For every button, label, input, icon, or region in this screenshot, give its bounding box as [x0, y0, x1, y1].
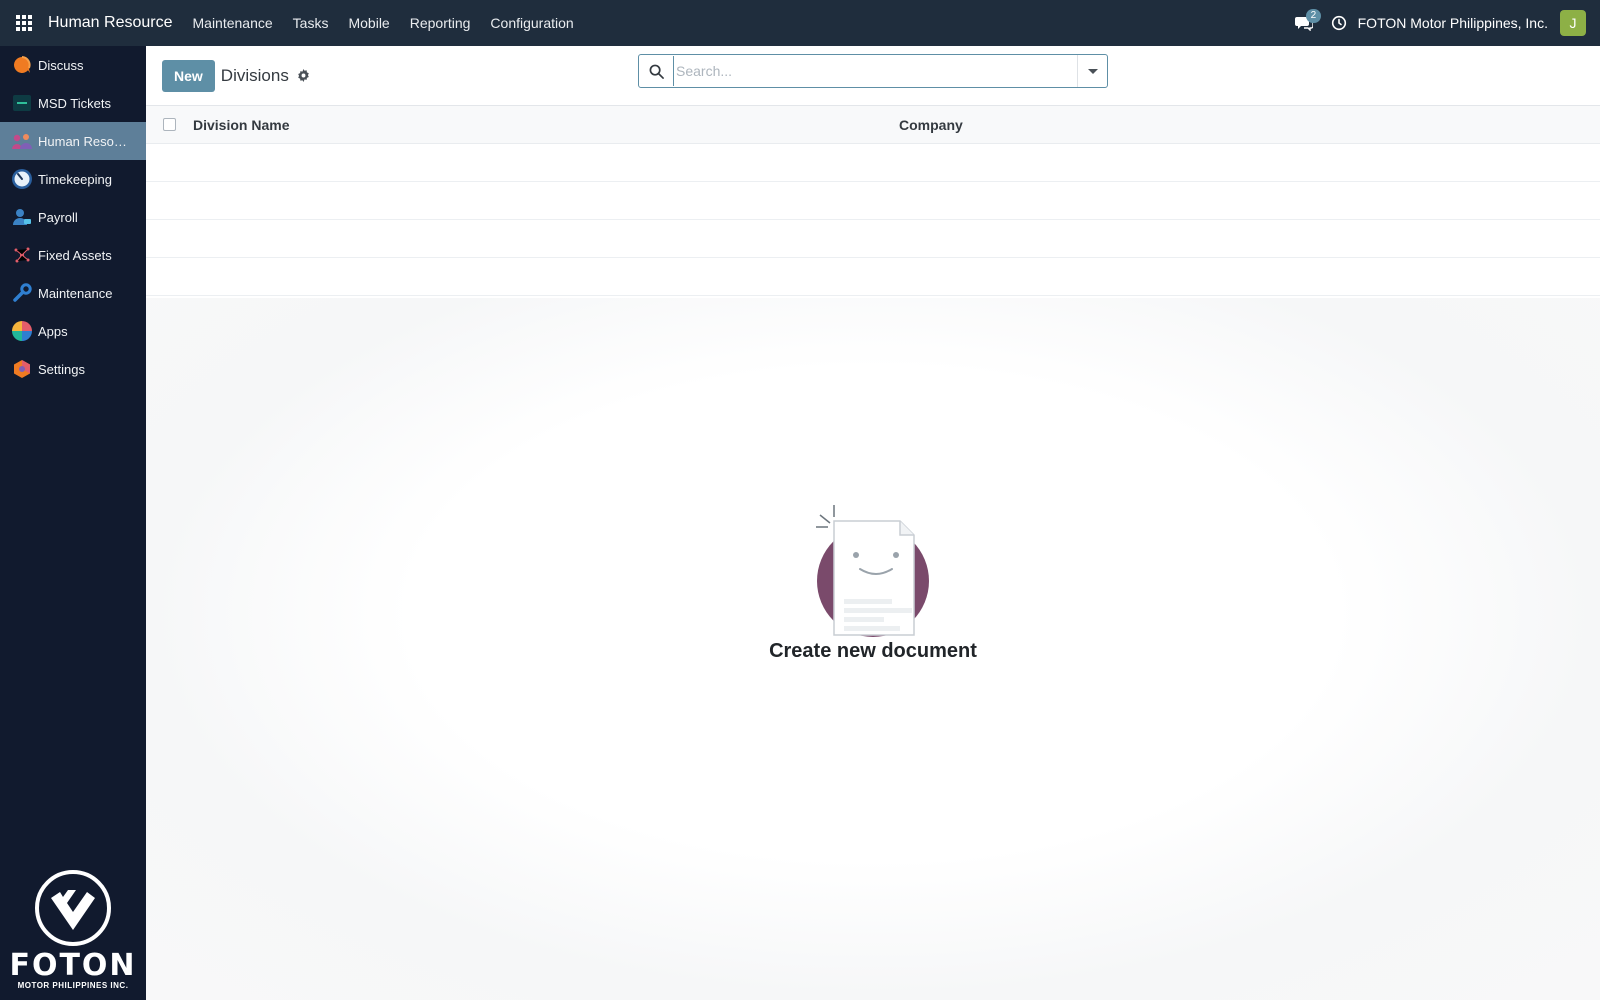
empty-state-helper: Create new document: [146, 501, 1600, 663]
settings-icon: [11, 358, 33, 380]
clock-icon: [1331, 15, 1346, 31]
user-avatar[interactable]: J: [1560, 10, 1586, 36]
sidebar-item-human-resource[interactable]: Human Resource: [0, 122, 146, 160]
systray: 2 FOTON Motor Philippines, Inc. J: [1284, 0, 1600, 46]
list-row: [146, 182, 1600, 220]
sidebar-item-label: Apps: [38, 323, 68, 339]
sidebar-item-apps[interactable]: Apps: [0, 312, 146, 350]
human-resource-icon: [11, 130, 33, 152]
gear-icon: [298, 69, 309, 82]
new-button[interactable]: New: [162, 59, 215, 92]
sidebar-item-payroll[interactable]: Payroll: [0, 198, 146, 236]
top-navbar: Human Resource Maintenance Tasks Mobile …: [0, 0, 1600, 46]
messages-count-badge: 2: [1305, 9, 1322, 23]
sidebar-item-label: Payroll: [38, 209, 78, 225]
actions-gear-button[interactable]: [297, 69, 310, 82]
discuss-icon: [11, 54, 33, 76]
control-panel: New Divisions: [146, 46, 1600, 106]
search-input[interactable]: [673, 56, 1077, 86]
sidebar-item-msd-tickets[interactable]: MSD Tickets: [0, 84, 146, 122]
sidebar-item-label: MSD Tickets: [38, 95, 111, 111]
caret-down-icon: [1087, 68, 1098, 74]
search-bar: [638, 54, 1108, 88]
sidebar-item-label: Discuss: [38, 57, 84, 73]
page-title: Divisions: [220, 65, 289, 85]
maintenance-icon: [11, 282, 33, 304]
app-brand[interactable]: Human Resource: [48, 14, 173, 32]
select-all-checkbox[interactable]: [163, 118, 176, 131]
list-row: [146, 144, 1600, 182]
logo-subtitle: MOTOR PHILIPPINES INC.: [17, 981, 129, 990]
search-options-toggle[interactable]: [1077, 55, 1107, 87]
sidebar-item-label: Fixed Assets: [38, 247, 112, 263]
sidebar-item-fixed-assets[interactable]: Fixed Assets: [0, 236, 146, 274]
menu-configuration[interactable]: Configuration: [480, 0, 583, 46]
sidebar-item-label: Human Resource: [38, 133, 134, 149]
sidebar-item-discuss[interactable]: Discuss: [0, 46, 146, 84]
sidebar-item-timekeeping[interactable]: Timekeeping: [0, 160, 146, 198]
menu-mobile[interactable]: Mobile: [338, 0, 399, 46]
sidebar-item-maintenance[interactable]: Maintenance: [0, 274, 146, 312]
sidebar: Discuss MSD Tickets Human Resource Timek…: [0, 46, 146, 1000]
menu-tasks[interactable]: Tasks: [283, 0, 339, 46]
foton-emblem-icon: [35, 870, 111, 946]
messages-button[interactable]: 2: [1284, 0, 1324, 46]
company-logo: FOTON MOTOR PHILIPPINES INC.: [0, 868, 146, 990]
list-row: [146, 258, 1600, 296]
apps-icon: [11, 320, 33, 342]
activity-button[interactable]: [1324, 0, 1354, 46]
main-content: New Divisions Division Name Company: [146, 46, 1600, 1000]
logo-wordmark: FOTON: [9, 948, 137, 983]
msd-tickets-icon: [11, 92, 33, 114]
search-icon: [639, 64, 673, 79]
sidebar-item-label: Maintenance: [38, 285, 113, 301]
sidebar-item-settings[interactable]: Settings: [0, 350, 146, 388]
menu-maintenance[interactable]: Maintenance: [183, 0, 283, 46]
top-menu: Maintenance Tasks Mobile Reporting Confi…: [183, 0, 584, 46]
payroll-icon: [11, 206, 33, 228]
empty-document-illustration: [816, 505, 929, 637]
company-switcher[interactable]: FOTON Motor Philippines, Inc.: [1358, 15, 1548, 31]
timekeeping-icon: [11, 168, 33, 190]
empty-state-title: Create new document: [769, 640, 977, 662]
fixed-assets-icon: [11, 244, 33, 266]
column-company[interactable]: Company: [899, 117, 963, 133]
column-division-name[interactable]: Division Name: [193, 117, 899, 133]
app-menu-icon[interactable]: [0, 0, 48, 46]
list-header: Division Name Company: [146, 106, 1600, 144]
sidebar-item-label: Timekeeping: [38, 171, 112, 187]
list-row: [146, 220, 1600, 258]
sidebar-item-label: Settings: [38, 361, 85, 377]
menu-reporting[interactable]: Reporting: [400, 0, 481, 46]
